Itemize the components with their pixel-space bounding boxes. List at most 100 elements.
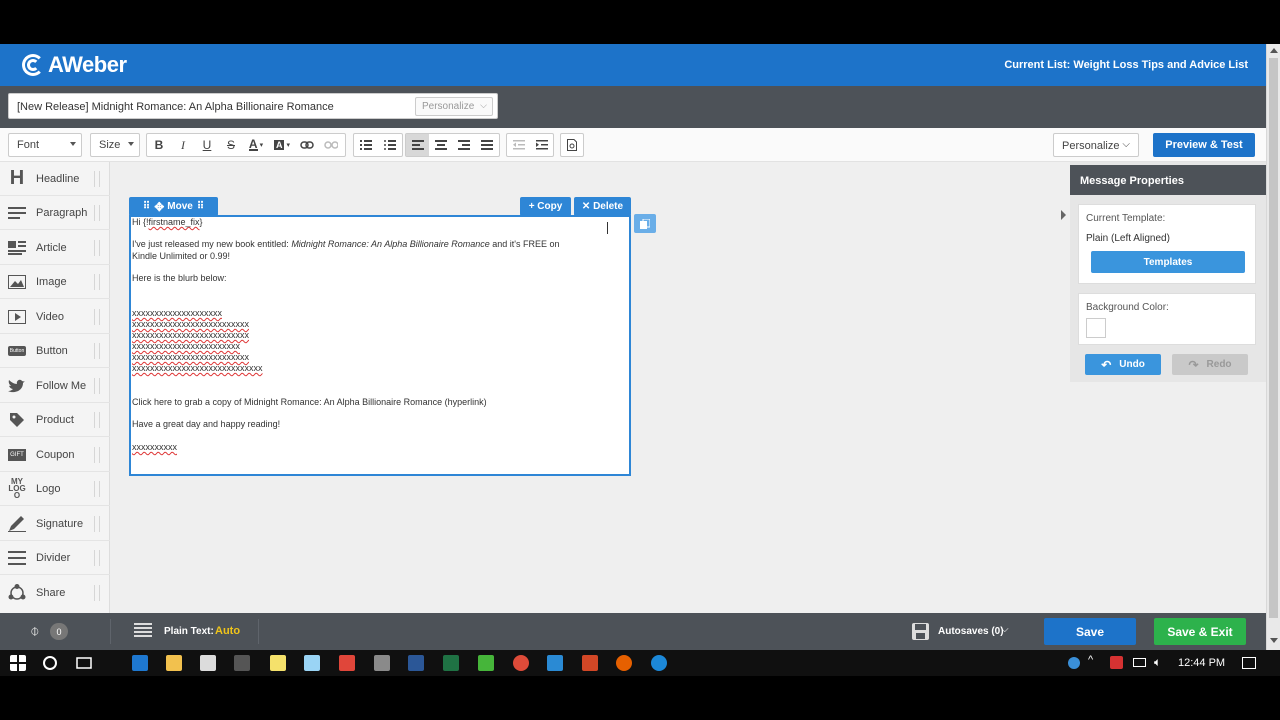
scroll-down-icon[interactable] bbox=[1270, 638, 1278, 643]
tray-expand-icon[interactable]: ^ bbox=[1088, 654, 1093, 666]
ordered-list-button[interactable] bbox=[354, 134, 378, 156]
aweber-logo[interactable]: AWeber bbox=[22, 52, 127, 78]
sticky-notes-icon[interactable] bbox=[270, 655, 286, 671]
drag-handle-icon[interactable] bbox=[94, 516, 100, 532]
camtasia-icon[interactable] bbox=[478, 655, 494, 671]
skype-icon[interactable] bbox=[547, 655, 563, 671]
personalize-dropdown[interactable]: Personalize ⌵ bbox=[1053, 133, 1139, 157]
sidebar-item-divider[interactable]: Divider bbox=[0, 541, 110, 575]
text-block-editor[interactable]: Hi {!firstname_fix} I've just released m… bbox=[129, 215, 631, 476]
drag-handle-icon[interactable] bbox=[94, 412, 100, 428]
underline-button[interactable]: U bbox=[195, 134, 219, 156]
drag-handle-icon[interactable] bbox=[94, 171, 100, 187]
unlink-button[interactable] bbox=[319, 134, 343, 156]
subject-input[interactable]: [New Release] Midnight Romance: An Alpha… bbox=[8, 93, 498, 119]
word-icon[interactable] bbox=[408, 655, 424, 671]
subject-personalize-dropdown[interactable]: Personalize ⌵ bbox=[415, 97, 493, 116]
highlight-color-button[interactable]: A ▾ bbox=[269, 134, 295, 156]
collapse-panel-icon[interactable] bbox=[1061, 210, 1066, 220]
chrome-icon[interactable] bbox=[513, 655, 529, 671]
sidebar-item-share[interactable]: Share bbox=[0, 576, 110, 610]
sidebar-item-follow-me[interactable]: Follow Me bbox=[0, 369, 110, 403]
sidebar-item-paragraph[interactable]: Paragraph bbox=[0, 196, 110, 230]
strikethrough-button[interactable]: S bbox=[219, 134, 243, 156]
plain-text-icon[interactable] bbox=[134, 623, 152, 639]
plain-text-value[interactable]: Auto bbox=[215, 625, 240, 637]
save-button[interactable]: Save bbox=[1044, 618, 1136, 645]
undo-button[interactable]: ↶ Undo bbox=[1085, 354, 1161, 375]
battery-icon[interactable] bbox=[1133, 658, 1146, 667]
tray-app-icon[interactable] bbox=[1068, 657, 1080, 669]
sidebar-item-logo[interactable]: MY LOGO Logo bbox=[0, 472, 110, 506]
duplicate-icon[interactable] bbox=[634, 214, 656, 233]
bold-button[interactable]: B bbox=[147, 134, 171, 156]
cortana-icon[interactable] bbox=[42, 655, 58, 671]
link-icon bbox=[300, 141, 314, 149]
align-center-button[interactable] bbox=[429, 134, 452, 156]
sidebar-item-product[interactable]: Product bbox=[0, 403, 110, 437]
scroll-up-icon[interactable] bbox=[1270, 48, 1278, 53]
bullet-list-button[interactable] bbox=[378, 134, 402, 156]
drag-handle-icon[interactable] bbox=[94, 585, 100, 601]
page-scrollbar[interactable] bbox=[1266, 44, 1280, 650]
task-view-icon[interactable] bbox=[76, 655, 92, 671]
windows-start-icon[interactable] bbox=[10, 655, 26, 671]
sidebar-item-article[interactable]: Article bbox=[0, 231, 110, 265]
sidebar-item-headline[interactable]: H Headline bbox=[0, 162, 110, 196]
outdent-button[interactable] bbox=[507, 134, 530, 156]
justify-button[interactable] bbox=[476, 134, 499, 156]
copy-block-button[interactable]: + Copy bbox=[520, 197, 571, 216]
size-select[interactable]: Size bbox=[90, 133, 140, 157]
firefox-icon[interactable] bbox=[616, 655, 632, 671]
bg-color-swatch[interactable] bbox=[1086, 318, 1106, 338]
preview-test-button[interactable]: Preview & Test bbox=[1153, 133, 1255, 157]
help-icon[interactable] bbox=[651, 655, 667, 671]
font-color-button[interactable]: A ▾ bbox=[243, 134, 269, 156]
drag-handle-icon[interactable] bbox=[94, 447, 100, 463]
sidebar-item-video[interactable]: Video bbox=[0, 300, 110, 334]
sidebar-item-image[interactable]: Image bbox=[0, 265, 110, 299]
sidebar-item-coupon[interactable]: GIFT Coupon bbox=[0, 438, 110, 472]
drag-handle-icon[interactable] bbox=[94, 309, 100, 325]
current-list-label[interactable]: Current List: Weight Loss Tips and Advic… bbox=[1004, 59, 1248, 71]
delete-block-button[interactable]: ✕ Delete bbox=[574, 197, 631, 216]
store-icon[interactable] bbox=[200, 655, 216, 671]
edge-icon[interactable] bbox=[132, 655, 148, 671]
notifications-icon[interactable] bbox=[1242, 657, 1256, 669]
move-handle[interactable]: ⠿ ✥ Move ⠿ bbox=[129, 197, 218, 216]
amazon-icon[interactable] bbox=[234, 655, 250, 671]
drag-handle-icon[interactable] bbox=[94, 205, 100, 221]
antivirus-icon[interactable] bbox=[1110, 656, 1123, 669]
powerpoint-icon[interactable] bbox=[582, 655, 598, 671]
folder-icon[interactable] bbox=[166, 655, 182, 671]
footer-divider bbox=[258, 619, 259, 644]
drag-handle-icon[interactable] bbox=[94, 343, 100, 359]
drag-handle-icon[interactable] bbox=[94, 378, 100, 394]
link-button[interactable] bbox=[295, 134, 319, 156]
templates-button[interactable]: Templates bbox=[1091, 251, 1245, 273]
align-left-button[interactable] bbox=[406, 134, 430, 156]
drag-handle-icon[interactable] bbox=[94, 240, 100, 256]
scroll-thumb[interactable] bbox=[1269, 58, 1278, 618]
app-icon[interactable] bbox=[374, 655, 390, 671]
volume-icon[interactable]: 🔈︎ bbox=[1154, 655, 1161, 670]
notepad-icon[interactable] bbox=[304, 655, 320, 671]
italic-button[interactable]: I bbox=[171, 134, 195, 156]
snagit-icon[interactable] bbox=[339, 655, 355, 671]
chevron-down-icon[interactable]: ⌵ bbox=[1001, 624, 1009, 635]
align-right-button[interactable] bbox=[453, 134, 476, 156]
redo-button[interactable]: ↷ Redo bbox=[1172, 354, 1248, 375]
drag-handle-icon[interactable] bbox=[94, 481, 100, 497]
paperclip-icon[interactable]: ⌽ bbox=[30, 623, 40, 641]
source-code-button[interactable] bbox=[561, 134, 583, 156]
drag-handle-icon[interactable] bbox=[94, 550, 100, 566]
sidebar-item-button[interactable]: Button Button bbox=[0, 334, 110, 368]
drag-handle-icon[interactable] bbox=[94, 274, 100, 290]
system-clock[interactable]: 12:44 PM bbox=[1178, 657, 1225, 669]
indent-button[interactable] bbox=[530, 134, 553, 156]
autosaves-label[interactable]: Autosaves (0) bbox=[938, 626, 1004, 637]
save-exit-button[interactable]: Save & Exit bbox=[1154, 618, 1246, 645]
excel-icon[interactable] bbox=[443, 655, 459, 671]
font-select[interactable]: Font bbox=[8, 133, 82, 157]
sidebar-item-signature[interactable]: Signature bbox=[0, 507, 110, 541]
